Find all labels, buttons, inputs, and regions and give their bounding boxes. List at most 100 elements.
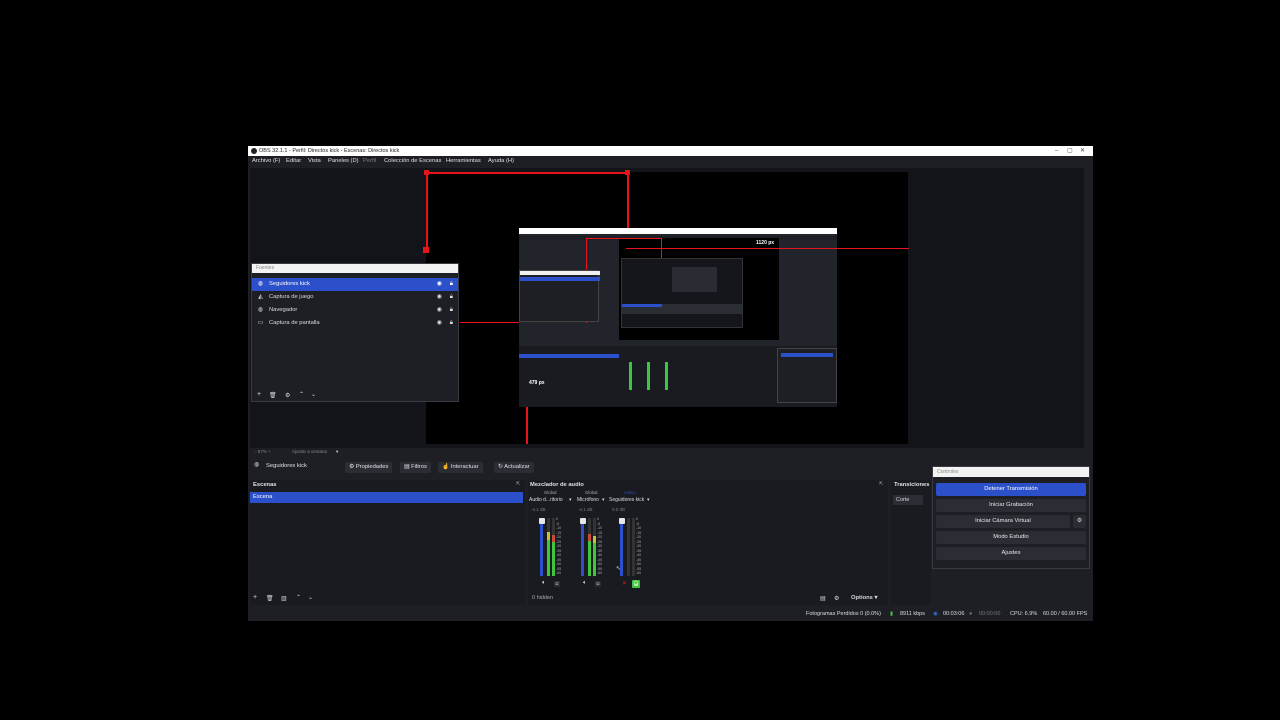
eye-icon[interactable]: ◉ (437, 278, 442, 291)
source-item[interactable]: ◭ Captura de juego ◉ 🔒︎ (252, 291, 458, 304)
dock-float-icon[interactable]: ⇱ (879, 481, 883, 487)
scale-tick: -50 (556, 562, 562, 566)
lock-icon[interactable]: 🔒︎ (450, 317, 453, 330)
gear-icon[interactable]: ⚙ (834, 595, 839, 602)
zoom-control[interactable]: - 57% + (255, 449, 271, 454)
scale-tick: -20 (556, 535, 562, 539)
chevron-down-icon[interactable]: ▾ (569, 497, 572, 503)
refresh-button[interactable]: ↻ Actualizar (494, 462, 534, 473)
filters-button[interactable]: ▤ Filtros (400, 462, 431, 473)
source-label: Captura de juego (269, 294, 314, 300)
stream-icon: ◉ (933, 611, 938, 617)
resize-handle[interactable] (424, 170, 429, 175)
menu-bar: Archivo (F) Editar Vista Paneles (D) Per… (248, 156, 1093, 167)
scale-tick: -20 (597, 535, 603, 539)
nested-meter (665, 362, 668, 390)
level-meter-peak (547, 532, 550, 540)
volume-slider-handle[interactable] (538, 518, 545, 524)
filter-icon[interactable]: ▥ (281, 595, 287, 602)
level-meter-track (632, 518, 635, 576)
level-meter-peak (552, 535, 555, 542)
level-meter (552, 542, 555, 576)
trash-icon[interactable]: 🗑︎ (266, 595, 274, 602)
virtual-camera-button[interactable]: Iniciar Cámara Virtual (936, 515, 1070, 528)
nested-titlebar (519, 228, 837, 234)
volume-slider-handle[interactable] (618, 518, 625, 524)
menu-archivo[interactable]: Archivo (F) (252, 156, 280, 167)
resize-handle[interactable] (625, 170, 630, 175)
chevron-down-icon[interactable]: ▾ (602, 497, 605, 503)
volume-slider-handle[interactable] (579, 518, 586, 524)
source-item[interactable]: ◍ Seguidores kick ◉ 🔒︎ (252, 278, 458, 291)
studio-mode-button[interactable]: Modo Estudio (936, 531, 1086, 544)
options-button[interactable]: Options ▾ (851, 595, 877, 601)
speaker-muted-icon[interactable]: ✕ (622, 580, 627, 587)
channel-db: -4.1 dB (578, 507, 593, 512)
source-item[interactable]: ◍ Navegador ◉ 🔒︎ (252, 304, 458, 317)
speaker-icon[interactable]: 🔈︎ (542, 580, 546, 587)
chevron-up-icon[interactable]: ⌃ (299, 391, 304, 398)
scale-tick: -40 (636, 553, 642, 557)
fit-window-select[interactable]: Ajustar a ventana (292, 449, 327, 454)
gear-icon[interactable]: ⚙ (285, 392, 290, 399)
add-source-icon[interactable]: + (257, 391, 261, 398)
source-item[interactable]: ▭ Captura de pantalla ◉ 🔒︎ (252, 317, 458, 330)
sources-panel: Fuentes ◍ Seguidores kick ◉ 🔒︎ ◭ Captura… (251, 263, 459, 402)
start-recording-button[interactable]: Iniciar Grabación (936, 499, 1086, 512)
menu-vista[interactable]: Vista (308, 156, 321, 167)
virtual-camera-settings-icon[interactable]: ⚙ (1073, 515, 1086, 528)
menu-editar[interactable]: Editar (286, 156, 301, 167)
globe-icon: ◍ (257, 281, 264, 287)
trash-icon[interactable]: 🗑︎ (269, 392, 277, 399)
lock-icon[interactable]: 🔒︎ (450, 291, 453, 304)
eye-icon[interactable]: ◉ (437, 291, 442, 304)
mixer-title: Mezclador de audio (530, 482, 584, 488)
source-bounding-box[interactable] (426, 172, 628, 174)
lock-icon[interactable]: 🔒︎ (450, 304, 453, 317)
menu-herramientas[interactable]: Herramientas (446, 156, 481, 167)
transition-select[interactable]: Corte (893, 495, 923, 505)
nested-source-selected (520, 277, 600, 281)
list-icon[interactable]: ▤ (820, 595, 826, 602)
eye-icon[interactable]: ◉ (437, 317, 442, 330)
menu-ayuda[interactable]: Ayuda (H) (488, 156, 514, 167)
nested-scene-selected (519, 354, 619, 358)
chevron-down-icon[interactable]: ⌄ (311, 391, 316, 398)
volume-slider[interactable] (540, 518, 543, 576)
interact-button[interactable]: ☝ Interactuar (438, 462, 483, 473)
close-icon[interactable]: ✕ (1080, 146, 1085, 156)
chevron-up-icon[interactable]: ⌃ (296, 594, 301, 601)
speaker-icon[interactable]: 🔈︎ (583, 580, 587, 587)
scale-tick: -60 (597, 571, 603, 575)
eye-icon[interactable]: ◉ (437, 304, 442, 317)
headphones-icon[interactable]: 🎧︎ (632, 580, 640, 588)
volume-slider[interactable] (581, 518, 584, 576)
gamepad-icon: ◭ (258, 294, 263, 300)
channel-tag: Global (585, 490, 598, 495)
mute-icon[interactable]: ◘ (554, 581, 560, 587)
settings-button[interactable]: Ajustes (936, 547, 1086, 560)
menu-coleccion[interactable]: Colección de Escenas (384, 156, 441, 167)
channel-db: -4.1 dB (531, 507, 546, 512)
menu-paneles[interactable]: Paneles (D) (328, 156, 359, 167)
chevron-down-icon[interactable]: ▾ (647, 497, 650, 503)
properties-label: Propiedades (355, 464, 389, 470)
chevron-down-icon[interactable]: ▾ (336, 449, 338, 455)
level-meter (593, 543, 596, 576)
resize-handle[interactable] (423, 247, 429, 253)
mute-icon[interactable]: ◘ (595, 581, 601, 587)
stop-stream-button[interactable]: Detener Transmisión (936, 483, 1086, 496)
minimize-icon[interactable]: – (1055, 146, 1058, 156)
properties-button[interactable]: ⚙ Propiedades (345, 462, 393, 473)
chevron-down-icon[interactable]: ⌄ (308, 594, 313, 601)
dock-float-icon[interactable]: ⇱ (516, 481, 520, 487)
add-scene-icon[interactable]: + (253, 594, 257, 601)
sources-title: Fuentes (252, 264, 458, 273)
maximize-icon[interactable]: ▢ (1067, 146, 1073, 156)
lock-icon[interactable]: 🔒︎ (450, 278, 453, 291)
scale-tick: -50 (597, 562, 603, 566)
menu-perfil[interactable]: Perfil (363, 156, 376, 167)
scale-tick: -60 (636, 571, 642, 575)
title-bar: OBS 32.1.1 - Perfil: Directos kick - Esc… (248, 146, 1093, 156)
scene-item[interactable]: Escena (250, 492, 523, 503)
